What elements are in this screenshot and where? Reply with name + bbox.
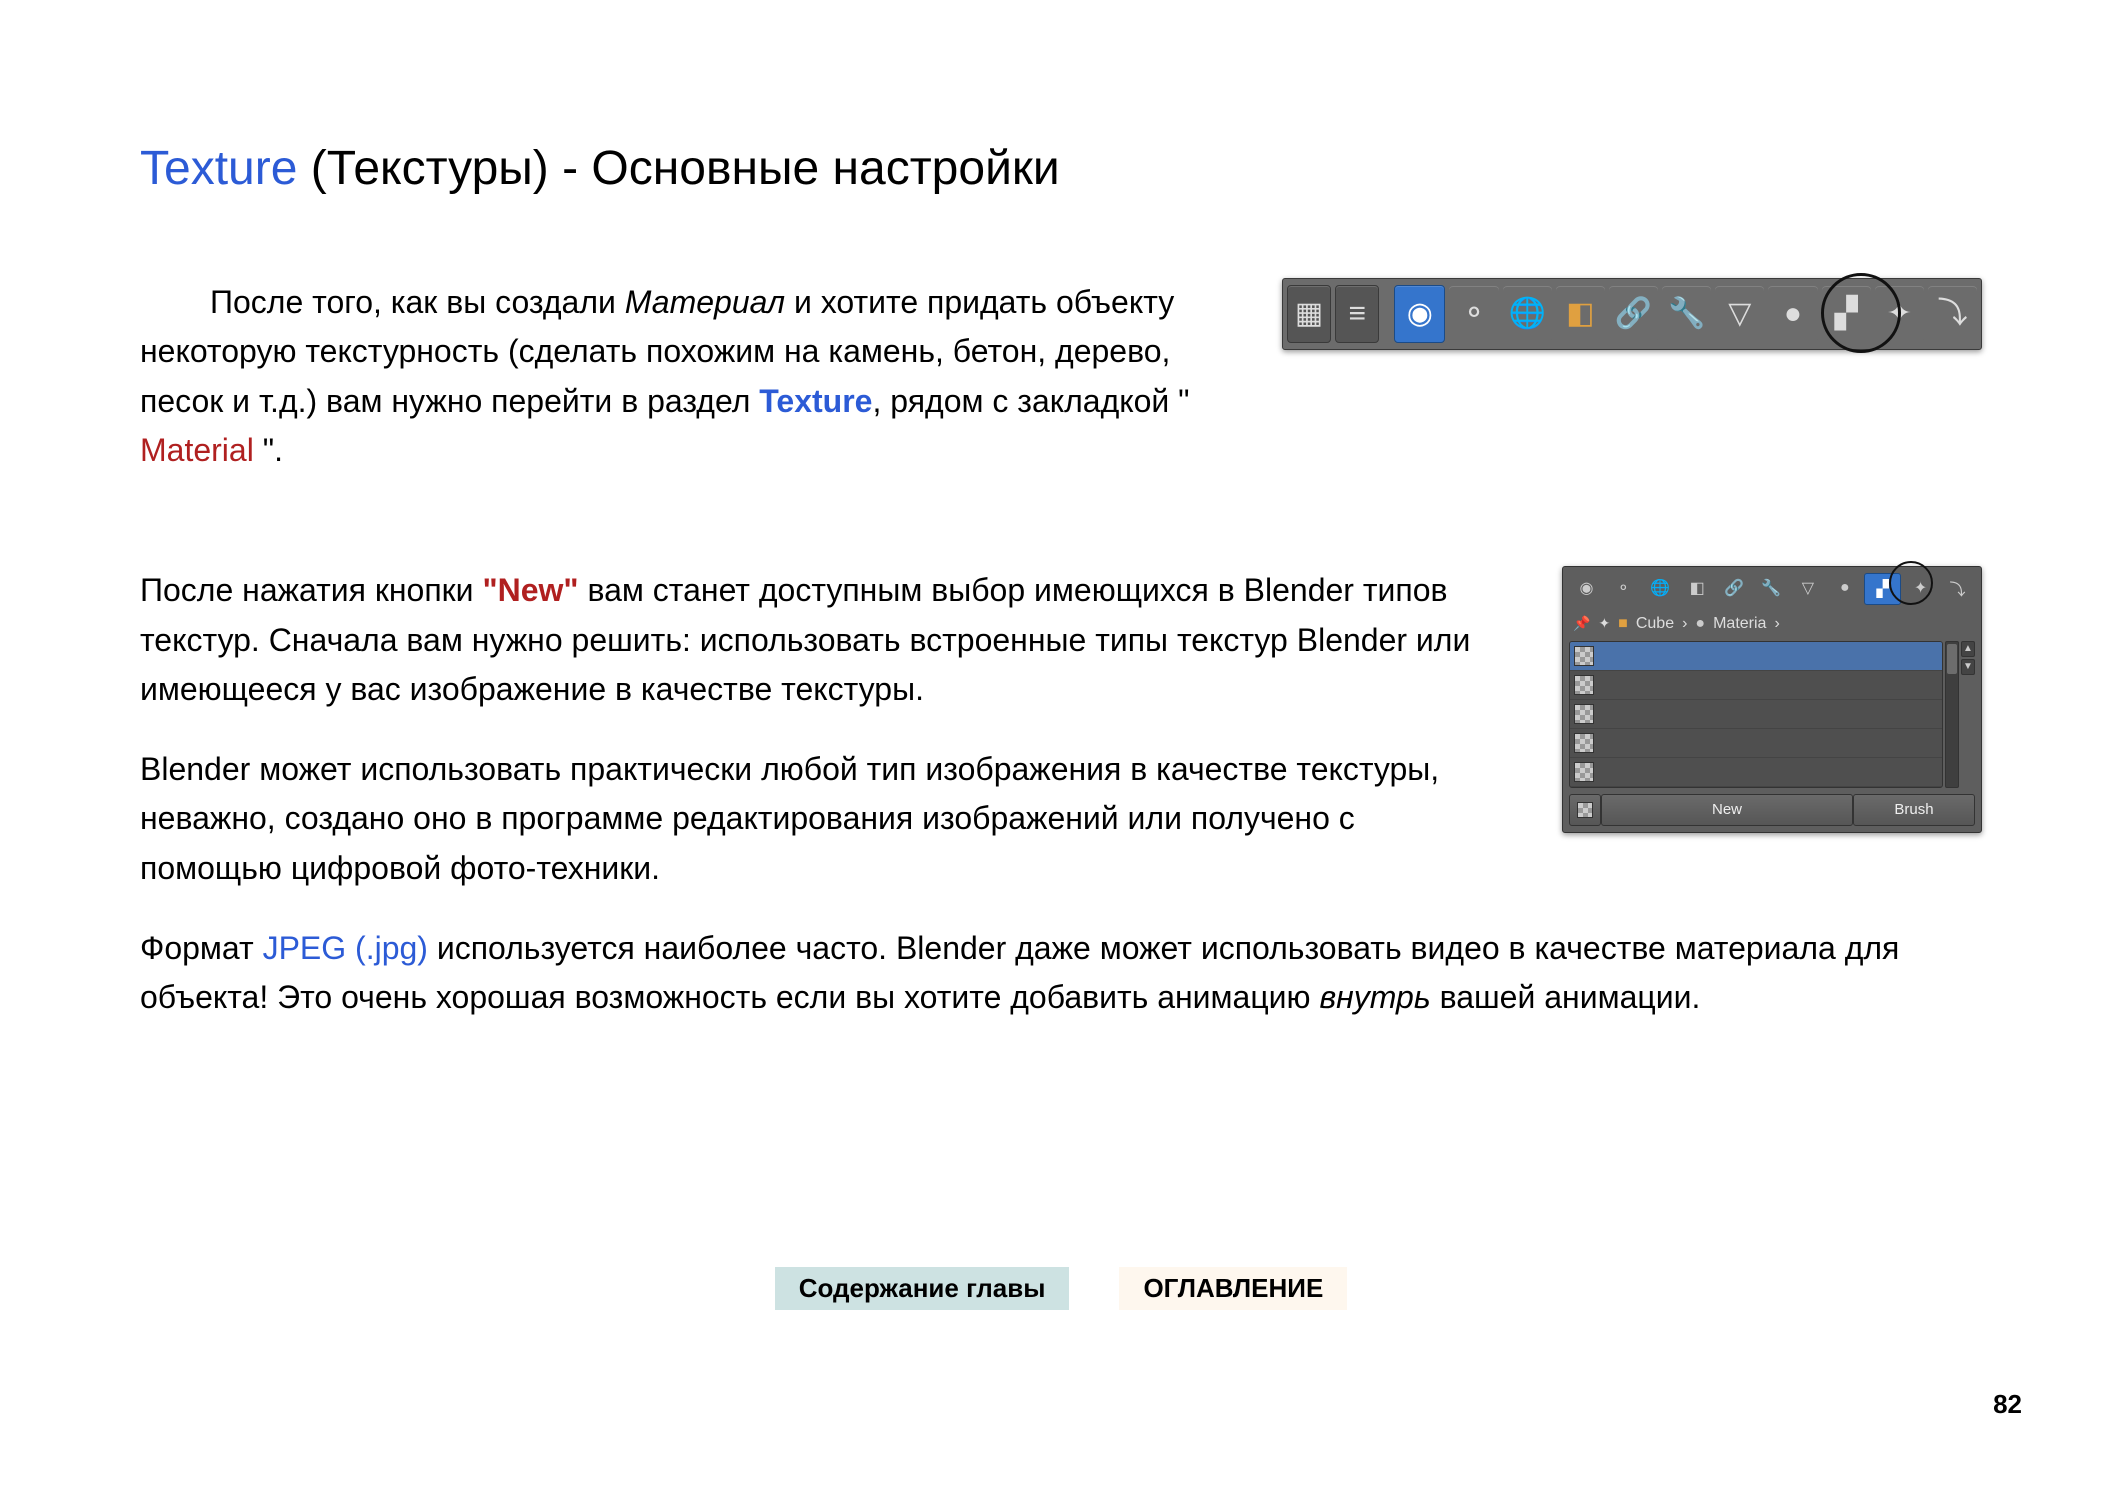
texture-slot-1[interactable] [1570, 642, 1942, 671]
slot-move-down[interactable]: ▼ [1961, 659, 1975, 675]
checker-icon [1577, 802, 1593, 818]
title-link-texture[interactable]: Texture [140, 142, 297, 195]
checker-icon [1574, 646, 1594, 666]
blender-header-toolbar: ▦ ≡ ◉ ⚬ 🌐 ◧ 🔗 🔧 ▽ ● ▞ ✦ ⤵ [1282, 278, 1982, 350]
particles-tab[interactable]: ✦ [1875, 286, 1924, 342]
blender-texture-panel: ◉ ⚬ 🌐 ◧ 🔗 🔧 ▽ ● ▞ ✦ ⤵ 📌 ✦ ■ [1562, 566, 1982, 833]
texture-slot-3[interactable] [1570, 700, 1942, 729]
link-chapter-toc[interactable]: Содержание главы [775, 1267, 1070, 1310]
slot-move-up[interactable]: ▲ [1961, 641, 1975, 657]
modifiers-tab[interactable]: 🔧 [1662, 286, 1711, 342]
object-tab[interactable]: ◧ [1556, 286, 1605, 342]
material-term: Материал [625, 284, 785, 320]
texture-slot-4[interactable] [1570, 729, 1942, 758]
texture-type-icon-button[interactable] [1569, 794, 1601, 826]
texture-icon: ▞ [1877, 579, 1889, 599]
link-jpeg[interactable]: JPEG (.jpg) [263, 930, 428, 966]
checker-icon [1574, 762, 1594, 782]
world-tab[interactable]: 🌐 [1503, 286, 1552, 342]
footer-nav: Содержание главы ОГЛАВЛЕНИЕ [0, 1267, 2122, 1310]
texture-slot-5[interactable] [1570, 758, 1942, 787]
panel-object-tab[interactable]: ◧ [1680, 573, 1715, 603]
texture-tab[interactable]: ▞ [1822, 286, 1871, 342]
checker-icon [1574, 675, 1594, 695]
page-number: 82 [1993, 1389, 2022, 1420]
checker-icon [1574, 733, 1594, 753]
datablock-breadcrumb: 📌 ✦ ■ Cube › ● Materia › [1569, 611, 1975, 641]
physics-tab[interactable]: ⤵ [1928, 286, 1977, 342]
panel-physics-tab[interactable]: ⤵ [1940, 573, 1975, 603]
title-rest: (Текстуры) - Основные настройки [297, 142, 1059, 195]
panel-constraints-tab[interactable]: 🔗 [1717, 573, 1752, 603]
data-tab[interactable]: ▽ [1715, 286, 1764, 342]
editor-type-button[interactable]: ▦ [1287, 285, 1331, 343]
constraints-tab[interactable]: 🔗 [1609, 286, 1658, 342]
page-title: Texture (Текстуры) - Основные настройки [140, 140, 1982, 198]
texture-slot-2[interactable] [1570, 671, 1942, 700]
panel-modifiers-tab[interactable]: 🔧 [1754, 573, 1789, 603]
link-material[interactable]: Material [140, 432, 254, 468]
crumb-material[interactable]: Materia [1713, 615, 1766, 633]
scene-icon: ✦ [1598, 615, 1610, 632]
paragraph-3: Blender может использовать практически л… [140, 745, 1502, 894]
render-tab[interactable]: ◉ [1394, 285, 1445, 343]
new-button-term: "New" [482, 572, 578, 608]
panel-material-tab[interactable]: ● [1827, 573, 1862, 603]
texture-icon: ▞ [1835, 299, 1858, 329]
link-main-toc[interactable]: ОГЛАВЛЕНИЕ [1119, 1267, 1347, 1310]
panel-texture-tab[interactable]: ▞ [1864, 573, 1901, 605]
material-tab[interactable]: ● [1768, 286, 1817, 342]
inside-term: внутрь [1319, 979, 1430, 1015]
paragraph-4: Формат JPEG (.jpg) используется наиболее… [140, 924, 1982, 1023]
scene-tab[interactable]: ⚬ [1449, 286, 1498, 342]
paragraph-1: После того, как вы создали Материал и хо… [140, 278, 1222, 476]
panel-data-tab[interactable]: ▽ [1790, 573, 1825, 603]
panel-particles-tab[interactable]: ✦ [1903, 573, 1938, 603]
new-texture-button[interactable]: New [1601, 794, 1853, 826]
slot-scrollbar[interactable] [1945, 641, 1959, 788]
panel-scene-tab[interactable]: ⚬ [1606, 573, 1641, 603]
texture-slot-list[interactable] [1569, 641, 1943, 788]
crumb-object[interactable]: Cube [1636, 615, 1674, 633]
editor-menu-toggle[interactable]: ≡ [1335, 285, 1379, 343]
panel-tabs-row: ◉ ⚬ 🌐 ◧ 🔗 🔧 ▽ ● ▞ ✦ ⤵ [1569, 573, 1975, 605]
panel-render-tab[interactable]: ◉ [1569, 573, 1604, 603]
paragraph-2: После нажатия кнопки "New" вам станет до… [140, 566, 1502, 715]
link-texture[interactable]: Texture [759, 383, 872, 419]
brush-texture-button[interactable]: Brush [1853, 794, 1975, 826]
panel-world-tab[interactable]: 🌐 [1643, 573, 1678, 603]
checker-icon [1574, 704, 1594, 724]
scene-pin-icon[interactable]: 📌 [1573, 615, 1590, 632]
